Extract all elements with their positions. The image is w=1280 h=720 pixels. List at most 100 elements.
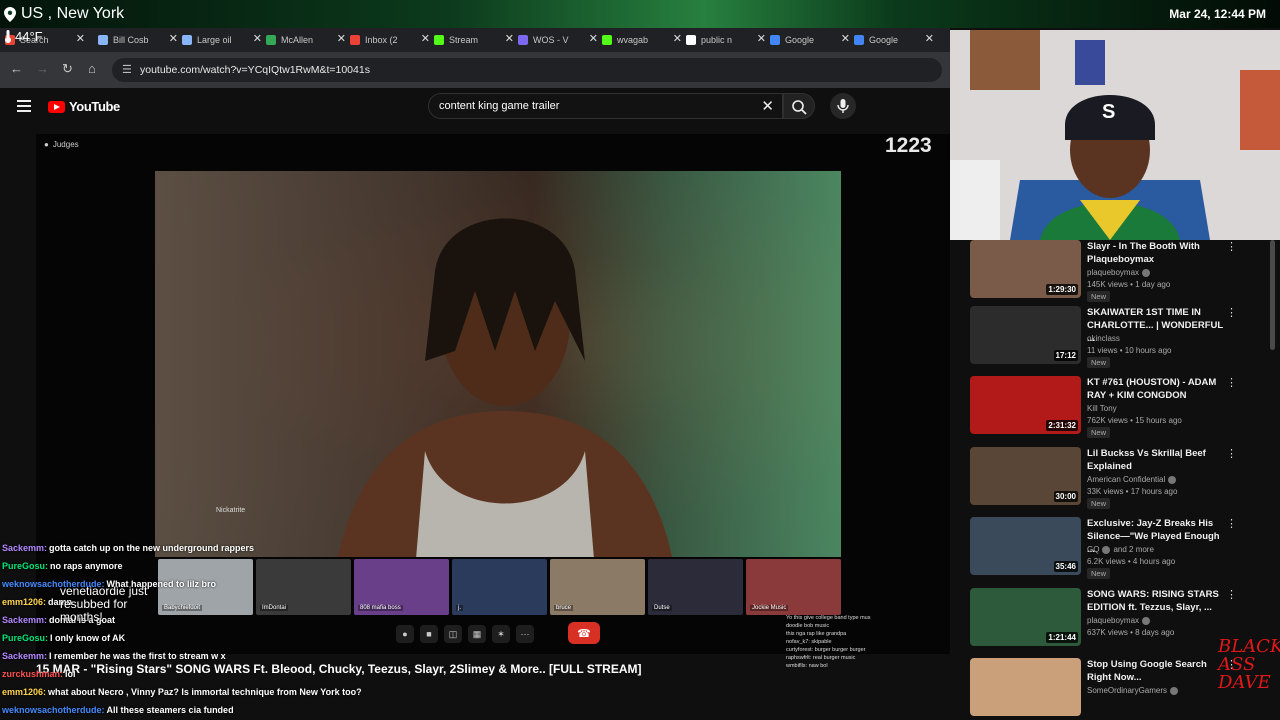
end-call-button[interactable]: ☎ bbox=[568, 622, 600, 644]
home-icon[interactable]: ⌂ bbox=[88, 61, 96, 76]
chat-username[interactable]: Sackemm: bbox=[2, 651, 47, 661]
browser-tab[interactable]: wvagab ✕ bbox=[602, 31, 682, 49]
browser-tab[interactable]: Bill Cosb ✕ bbox=[98, 31, 178, 49]
effects-icon[interactable]: ✶ bbox=[492, 625, 510, 643]
tab-close-icon[interactable]: ✕ bbox=[925, 32, 934, 45]
participant-tile[interactable]: 808 mafia boss bbox=[354, 559, 449, 615]
search-input[interactable]: content king game trailer ✕ bbox=[428, 93, 783, 119]
more-options-icon[interactable]: ⋮ bbox=[1226, 447, 1237, 460]
video-thumbnail[interactable]: 17:12 bbox=[970, 306, 1081, 364]
chat-username[interactable]: PureGosu: bbox=[2, 633, 48, 643]
tab-close-icon[interactable]: ✕ bbox=[505, 32, 514, 45]
tab-close-icon[interactable]: ✕ bbox=[169, 32, 178, 45]
channel-name[interactable]: Kill Tony bbox=[1087, 404, 1117, 413]
chat-username[interactable]: PureGosu: bbox=[2, 561, 48, 571]
chat-username[interactable]: Sackemm: bbox=[2, 543, 47, 553]
recommended-video[interactable]: 35:46 Exclusive: Jay-Z Breaks His Silence… bbox=[970, 517, 1270, 583]
reload-icon[interactable]: ↻ bbox=[62, 61, 73, 77]
video-title[interactable]: KT #761 (HOUSTON) - ADAM RAY + KIM CONGD… bbox=[1087, 376, 1223, 402]
camera-icon[interactable]: ■ bbox=[420, 625, 438, 643]
location-label: US , New York bbox=[4, 5, 124, 23]
browser-tab[interactable]: WOS - V ✕ bbox=[518, 31, 598, 49]
video-thumbnail[interactable]: 1:29:30 bbox=[970, 240, 1081, 298]
chat-text: All these steamers cia funded bbox=[106, 705, 234, 715]
participant-tile[interactable]: j. bbox=[452, 559, 547, 615]
browser-tab[interactable]: Google ✕ bbox=[770, 31, 850, 49]
share-screen-icon[interactable]: ◫ bbox=[444, 625, 462, 643]
more-options-icon[interactable]: ⋮ bbox=[1226, 376, 1237, 389]
site-info-icon[interactable]: ☰ bbox=[122, 63, 132, 76]
search-query[interactable]: content king game trailer bbox=[439, 100, 559, 112]
forward-icon[interactable]: → bbox=[36, 61, 49, 76]
chat-username[interactable]: Sackemm: bbox=[2, 615, 47, 625]
participant-tile[interactable]: bruce bbox=[550, 559, 645, 615]
chat-message: zurckushman: lol bbox=[2, 669, 76, 679]
video-title[interactable]: Lil Buckss Vs Skrilla| Beef Explained bbox=[1087, 447, 1223, 473]
grid-view-icon[interactable]: ▦ bbox=[468, 625, 486, 643]
browser-tab[interactable]: Inbox (2 ✕ bbox=[350, 31, 430, 49]
participant-tile[interactable]: ImDontai bbox=[256, 559, 351, 615]
call-chat-line: wmbiflls: naw bol bbox=[786, 663, 828, 669]
channel-name[interactable]: okinclass bbox=[1087, 334, 1120, 343]
address-bar[interactable]: ☰ youtube.com/watch?v=YCqIQtw1RwM&t=1004… bbox=[112, 58, 942, 82]
browser-tab[interactable]: public n ✕ bbox=[686, 31, 766, 49]
clear-icon[interactable]: ✕ bbox=[761, 97, 774, 115]
mute-icon[interactable]: ● bbox=[396, 625, 414, 643]
youtube-logo[interactable]: YouTube bbox=[48, 99, 120, 114]
channel-name[interactable]: GQ and 2 more bbox=[1087, 545, 1154, 554]
video-title[interactable]: Stop Using Google Search Right Now... bbox=[1087, 658, 1223, 684]
svg-text:S: S bbox=[1102, 101, 1115, 123]
video-title[interactable]: Slayr - In The Booth With Plaqueboymax bbox=[1087, 240, 1223, 266]
participant-tile[interactable]: Dutse bbox=[648, 559, 743, 615]
tab-close-icon[interactable]: ✕ bbox=[757, 32, 766, 45]
video-player[interactable]: ● Judges 1223 Nickatrite Babychiefdoit Im… bbox=[36, 134, 950, 669]
chat-username[interactable]: weknowsachotherdude: bbox=[2, 705, 105, 715]
sidebar-scrollbar[interactable] bbox=[1270, 240, 1275, 350]
browser-tab[interactable]: Stream ✕ bbox=[434, 31, 514, 49]
more-options-icon[interactable]: ⋮ bbox=[1226, 306, 1237, 319]
tab-close-icon[interactable]: ✕ bbox=[421, 32, 430, 45]
voice-search-button[interactable] bbox=[830, 93, 856, 119]
video-thumbnail[interactable]: 1:21:44 bbox=[970, 588, 1081, 646]
tab-close-icon[interactable]: ✕ bbox=[841, 32, 850, 45]
video-thumbnail[interactable]: 30:00 bbox=[970, 447, 1081, 505]
recommended-video[interactable]: 2:31:32 KT #761 (HOUSTON) - ADAM RAY + KI… bbox=[970, 376, 1270, 442]
participant-tile[interactable]: Jockie Music bbox=[746, 559, 841, 615]
browser-tab[interactable]: Large oil ✕ bbox=[182, 31, 262, 49]
tab-close-icon[interactable]: ✕ bbox=[673, 32, 682, 45]
channel-name[interactable]: SomeOrdinaryGamers bbox=[1087, 686, 1179, 695]
chat-message: Sackemm: gotta catch up on the new underg… bbox=[2, 543, 254, 553]
chat-username[interactable]: emm1206: bbox=[2, 597, 46, 607]
tab-favicon-icon bbox=[182, 35, 192, 45]
video-thumbnail[interactable] bbox=[970, 658, 1081, 716]
channel-name[interactable]: plaqueboymax bbox=[1087, 616, 1151, 625]
chat-username[interactable]: zurckushman: bbox=[2, 669, 63, 679]
chat-username[interactable]: emm1206: bbox=[2, 687, 46, 697]
channel-name[interactable]: American Confidential bbox=[1087, 475, 1177, 484]
browser-tab[interactable]: Google ✕ bbox=[854, 31, 934, 49]
video-thumbnail[interactable]: 35:46 bbox=[970, 517, 1081, 575]
video-meta: 6.2K views • 4 hours ago bbox=[1087, 557, 1176, 566]
more-options-icon[interactable]: ⋮ bbox=[1226, 588, 1237, 601]
browser-tab[interactable]: McAllen ✕ bbox=[266, 31, 346, 49]
more-options-icon[interactable]: ⋮ bbox=[1226, 240, 1237, 253]
back-icon[interactable]: ← bbox=[10, 61, 23, 76]
participant-name: Dutse bbox=[652, 605, 672, 611]
url-text[interactable]: youtube.com/watch?v=YCqIQtw1RwM&t=10041s bbox=[140, 64, 370, 76]
tab-close-icon[interactable]: ✕ bbox=[337, 32, 346, 45]
video-title[interactable]: SONG WARS: RISING STARS EDITION ft. Tezz… bbox=[1087, 588, 1223, 614]
more-options-icon[interactable]: ⋮ bbox=[1226, 517, 1237, 530]
more-icon[interactable]: ⋯ bbox=[516, 625, 534, 643]
search-button[interactable] bbox=[783, 93, 815, 119]
recommended-video[interactable]: 17:12 SKAIWATER 1ST TIME IN CHARLOTTE... … bbox=[970, 306, 1270, 372]
recommended-video[interactable]: 1:29:30 Slayr - In The Booth With Plaqueb… bbox=[970, 240, 1270, 306]
tab-close-icon[interactable]: ✕ bbox=[253, 32, 262, 45]
recommended-video[interactable]: 30:00 Lil Buckss Vs Skrilla| Beef Explain… bbox=[970, 447, 1270, 513]
channel-name[interactable]: plaqueboymax bbox=[1087, 268, 1151, 277]
video-thumbnail[interactable]: 2:31:32 bbox=[970, 376, 1081, 434]
tab-close-icon[interactable]: ✕ bbox=[589, 32, 598, 45]
video-duration: 17:12 bbox=[1053, 350, 1078, 361]
tab-close-icon[interactable]: ✕ bbox=[76, 32, 85, 45]
verified-icon bbox=[1102, 545, 1111, 554]
menu-icon[interactable] bbox=[17, 100, 31, 112]
